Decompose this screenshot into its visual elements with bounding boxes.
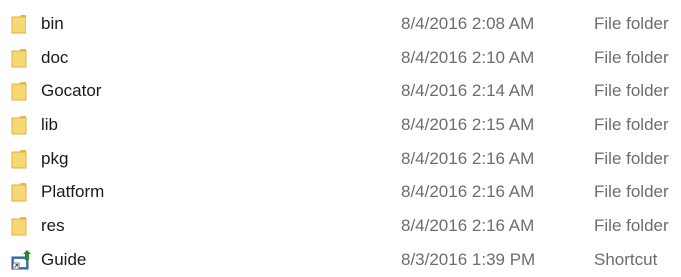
folder-icon (11, 149, 35, 169)
file-row-bin[interactable]: bin 8/4/2016 2:08 AM File folder (0, 7, 681, 41)
file-name[interactable]: lib (41, 114, 58, 136)
file-type: File folder (594, 115, 669, 135)
file-date-modified: 8/4/2016 2:16 AM (401, 216, 535, 236)
file-date-modified: 8/4/2016 2:08 AM (401, 14, 535, 33)
file-date-modified: 8/4/2016 2:14 AM (401, 81, 535, 101)
file-date-modified: 8/4/2016 2:15 AM (401, 115, 535, 135)
file-row-gocator[interactable]: Gocator 8/4/2016 2:14 AM File folder (0, 74, 681, 108)
file-date-modified: 8/3/2016 1:39 PM (401, 249, 536, 269)
folder-icon (11, 81, 35, 101)
folder-icon (11, 48, 35, 68)
file-row-guide[interactable]: Guide 8/3/2016 1:39 PM Shortcut (0, 243, 681, 277)
folder-icon (11, 182, 35, 202)
file-name[interactable]: Guide (41, 249, 86, 271)
file-name[interactable]: res (41, 215, 65, 237)
folder-icon (11, 14, 35, 34)
file-name[interactable]: Platform (41, 181, 104, 203)
file-list: bin 8/4/2016 2:08 AM File folder doc 8/4… (0, 7, 681, 277)
file-type: File folder (594, 81, 669, 101)
file-row-lib[interactable]: lib 8/4/2016 2:15 AM File folder (0, 108, 681, 142)
file-row-doc[interactable]: doc 8/4/2016 2:10 AM File folder (0, 41, 681, 75)
file-type: File folder (594, 182, 669, 202)
file-date-modified: 8/4/2016 2:16 AM (401, 182, 535, 202)
file-name[interactable]: doc (41, 47, 68, 69)
file-name[interactable]: pkg (41, 148, 68, 170)
file-type: File folder (594, 216, 669, 236)
file-type: File folder (594, 47, 669, 67)
shortcut-icon (11, 249, 35, 270)
file-row-pkg[interactable]: pkg 8/4/2016 2:16 AM File folder (0, 142, 681, 176)
file-name[interactable]: bin (41, 13, 64, 35)
file-date-modified: 8/4/2016 2:16 AM (401, 148, 535, 168)
file-name[interactable]: Gocator (41, 80, 101, 102)
file-type: Shortcut (594, 249, 658, 269)
folder-icon (11, 115, 35, 135)
file-type: File folder (594, 148, 669, 168)
file-date-modified: 8/4/2016 2:10 AM (401, 47, 535, 67)
file-type: File folder (594, 14, 669, 33)
folder-icon (11, 216, 35, 236)
file-row-res[interactable]: res 8/4/2016 2:16 AM File folder (0, 209, 681, 243)
file-row-platform[interactable]: Platform 8/4/2016 2:16 AM File folder (0, 175, 681, 209)
